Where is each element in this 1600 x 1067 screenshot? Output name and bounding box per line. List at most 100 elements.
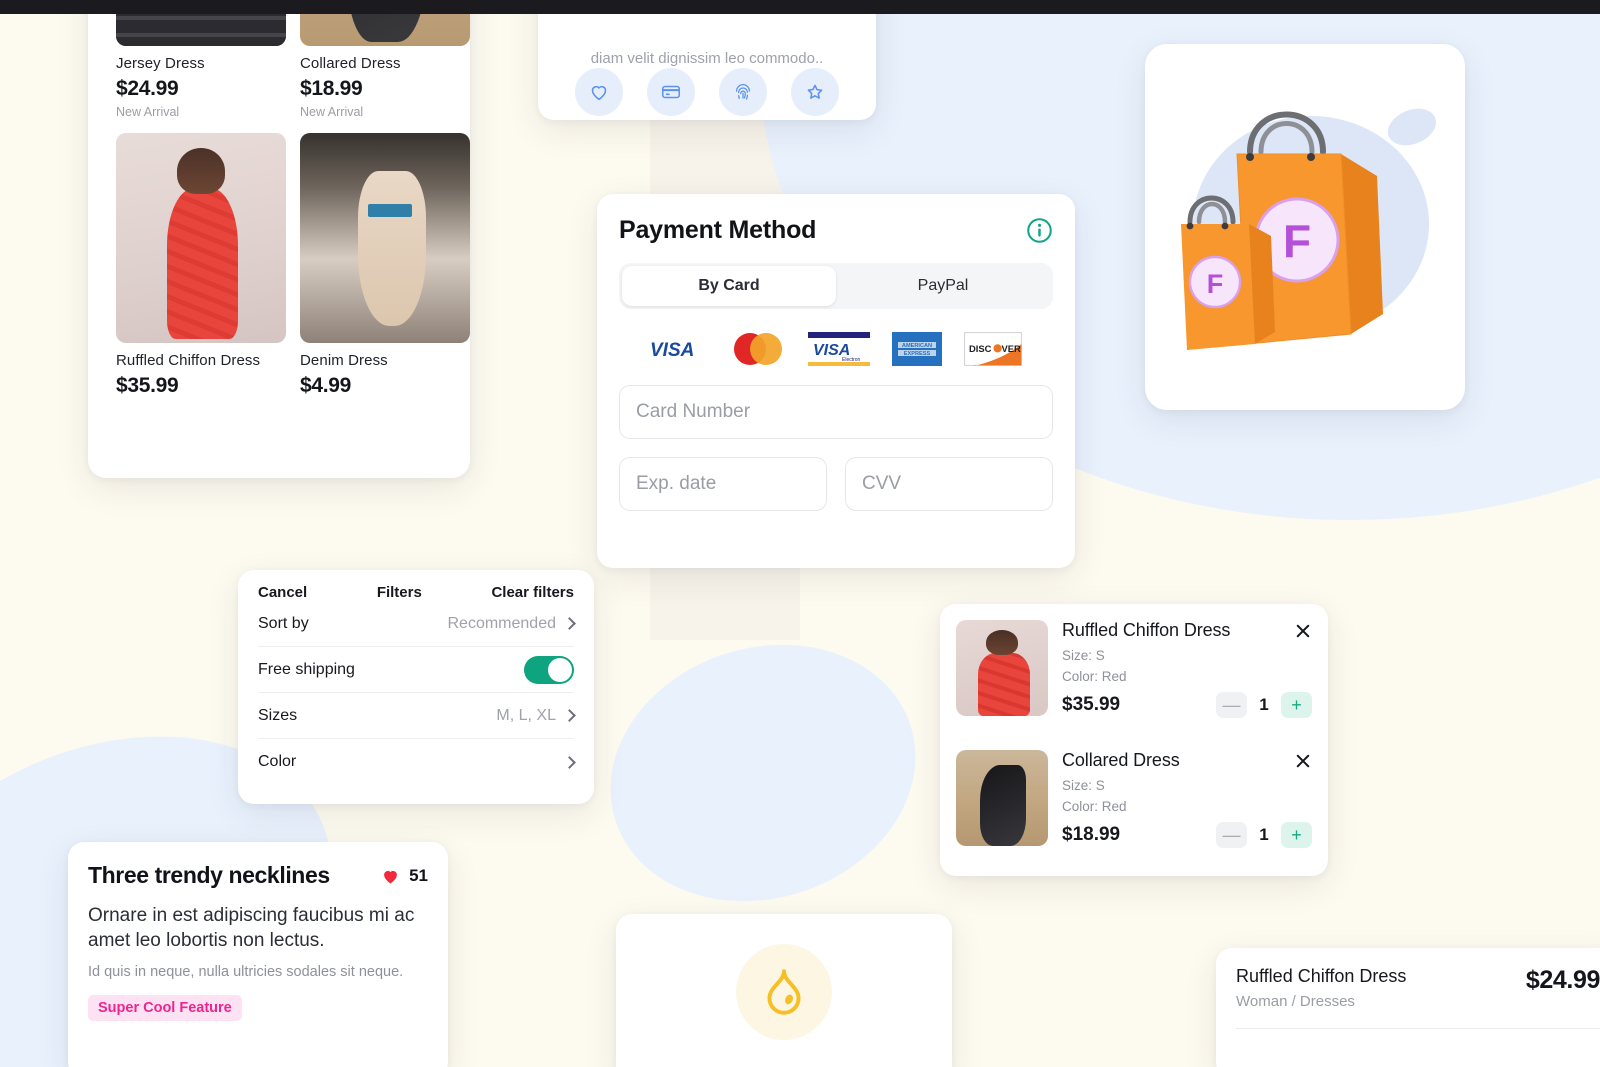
star-icon <box>807 84 823 99</box>
card-brand-logos: VISA VISA Electron AMERICAN EXPRESS DISC… <box>619 331 1053 367</box>
amex-logo-icon: AMERICAN EXPRESS <box>892 332 942 366</box>
increase-quantity-button[interactable]: + <box>1281 822 1312 849</box>
cancel-button[interactable]: Cancel <box>258 584 307 601</box>
payment-header: Payment Method <box>619 216 1053 245</box>
background-blob-center <box>576 606 950 940</box>
increase-quantity-button[interactable]: + <box>1281 692 1312 719</box>
close-icon[interactable] <box>1294 752 1312 770</box>
cart-item: Ruffled Chiffon Dress Size: S Color: Red… <box>956 620 1312 732</box>
filters-header: Cancel Filters Clear filters <box>258 570 574 601</box>
article-body: Ornare in est adipiscing faucibus mi ac … <box>88 905 415 952</box>
product-price: $18.99 <box>300 77 363 100</box>
close-icon[interactable] <box>1294 622 1312 640</box>
expiry-date-input[interactable]: Exp. date <box>619 457 827 511</box>
product-card[interactable]: Jersey Dress $24.99 New Arrival <box>116 0 286 119</box>
star-icon-button[interactable] <box>791 68 839 116</box>
filter-value-group: M, L, XL <box>496 706 576 725</box>
product-card[interactable]: Ruffled Chiffon Dress $35.99 <box>116 133 286 398</box>
filter-row-sort-by[interactable]: Sort by Recommended <box>258 601 576 647</box>
icon-circle <box>736 944 832 1040</box>
article-subtext: Id quis in neque, nulla ultricies sodale… <box>88 964 404 981</box>
cart-item-name: Ruffled Chiffon Dress <box>1062 620 1231 640</box>
credit-card-icon <box>661 85 681 99</box>
mastercard-logo-icon <box>734 333 782 365</box>
product-detail-text: Ruffled Chiffon Dress Woman / Dresses <box>1236 966 1406 1010</box>
product-tag: New Arrival <box>116 105 180 119</box>
cart-item-image <box>956 620 1048 716</box>
visa-logo-icon: VISA <box>650 340 694 359</box>
fingerprint-icon <box>735 84 751 100</box>
filter-label: Sizes <box>258 706 298 724</box>
breadcrumb: Woman / Dresses <box>1236 993 1355 1010</box>
filter-row-free-shipping[interactable]: Free shipping <box>258 647 574 693</box>
tab-by-card[interactable]: By Card <box>622 266 836 306</box>
status-badge: Super Cool Feature <box>88 995 242 1022</box>
product-price: $4.99 <box>300 374 352 397</box>
heart-icon <box>591 85 607 101</box>
cart-item-body: Ruffled Chiffon Dress Size: S Color: Red… <box>1062 620 1312 732</box>
cart-item-controls: $35.99 — 1 + <box>1062 692 1312 719</box>
svg-text:F: F <box>1207 269 1224 299</box>
screenshot-canvas: Jersey Dress $24.99 New Arrival Collared… <box>0 0 1600 1067</box>
quantity-stepper: — 1 + <box>1216 822 1312 849</box>
page-title: Payment Method <box>619 216 817 244</box>
cart-item-controls: $18.99 — 1 + <box>1062 822 1312 849</box>
svg-text:VER: VER <box>1002 343 1022 354</box>
cart-item-price: $35.99 <box>1062 694 1121 716</box>
cart-item: Collared Dress Size: S Color: Red $18.99… <box>956 750 1312 862</box>
product-detail-price: $24.99 <box>1525 966 1600 994</box>
svg-text:F: F <box>1283 215 1311 267</box>
product-card[interactable]: Denim Dress $4.99 <box>300 133 470 398</box>
product-tag: New Arrival <box>300 105 364 119</box>
cvv-input[interactable]: CVV <box>845 457 1053 511</box>
cart-item-price: $18.99 <box>1062 824 1121 846</box>
decrease-quantity-button[interactable]: — <box>1216 822 1247 849</box>
filter-row-color[interactable]: Color <box>258 739 576 785</box>
like-count: 51 <box>409 865 428 885</box>
quick-actions-row <box>538 68 876 116</box>
product-name: Ruffled Chiffon Dress <box>116 352 261 369</box>
product-price: $24.99 <box>116 77 179 100</box>
heart-icon-button[interactable] <box>575 68 623 116</box>
cart-item-size: Size: S <box>1062 778 1105 793</box>
filter-label: Color <box>258 753 297 770</box>
decrease-quantity-button[interactable]: — <box>1216 692 1247 719</box>
product-detail-card: Ruffled Chiffon Dress Woman / Dresses $2… <box>1216 948 1600 1067</box>
toggle-knob <box>548 657 572 682</box>
shopping-bags-icon: F F <box>1181 111 1383 350</box>
filters-title: Filters <box>376 584 422 601</box>
cart-item-body: Collared Dress Size: S Color: Red $18.99… <box>1062 750 1312 862</box>
divider <box>1236 1028 1600 1029</box>
filter-row-sizes[interactable]: Sizes M, L, XL <box>258 693 576 739</box>
clear-filters-button[interactable]: Clear filters <box>491 584 574 601</box>
product-name: Jersey Dress <box>116 55 205 72</box>
filter-value: Recommended <box>447 614 557 632</box>
svg-text:AMERICAN: AMERICAN <box>902 343 932 349</box>
filter-value: M, L, XL <box>496 706 556 724</box>
filter-label: Sort by <box>258 614 309 632</box>
product-card[interactable]: Collared Dress $18.99 New Arrival <box>300 0 470 119</box>
svg-text:VISA: VISA <box>650 340 694 359</box>
free-shipping-toggle[interactable] <box>524 655 574 684</box>
credit-card-icon-button[interactable] <box>647 68 695 116</box>
quantity-value: 1 <box>1259 695 1269 715</box>
product-name: Collared Dress <box>300 55 401 72</box>
tab-paypal[interactable]: PayPal <box>836 266 1050 306</box>
svg-text:EXPRESS: EXPRESS <box>904 351 931 357</box>
product-price: $35.99 <box>116 374 179 397</box>
card-number-input[interactable]: Card Number <box>619 385 1053 439</box>
product-image <box>300 133 470 343</box>
shopping-bags-illustration-card: F F <box>1145 44 1465 410</box>
quick-actions-card: diam velit dignissim leo commodo.. <box>538 0 876 120</box>
product-name: Denim Dress <box>300 352 388 369</box>
cart-item-size: Size: S <box>1062 648 1105 663</box>
quick-actions-caption: diam velit dignissim leo commodo.. <box>590 50 824 67</box>
filters-panel: Cancel Filters Clear filters Sort by Rec… <box>238 570 594 804</box>
article-header: Three trendy necklines 51 <box>88 862 428 889</box>
like-counter[interactable]: 51 <box>380 866 428 886</box>
info-icon[interactable] <box>1026 217 1053 244</box>
card-extra-fields: Exp. date CVV <box>619 439 1053 511</box>
fingerprint-icon-button[interactable] <box>719 68 767 116</box>
cart-item-color: Color: Red <box>1062 798 1127 814</box>
feature-icon-card <box>616 914 952 1067</box>
